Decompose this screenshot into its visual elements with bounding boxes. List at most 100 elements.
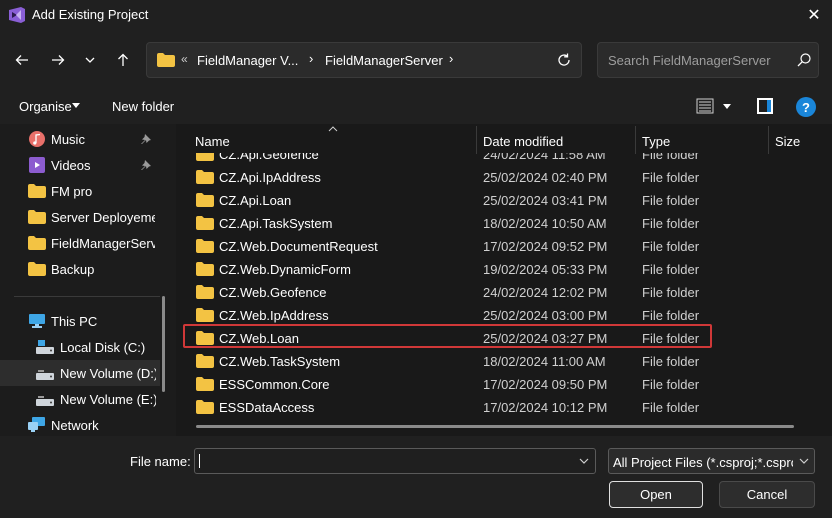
file-row[interactable]: CZ.Api.Loan 25/02/2024 03:41 PM File folde… (176, 189, 796, 212)
horizontal-scrollbar[interactable] (196, 425, 794, 428)
folder-icon (196, 354, 214, 368)
pin-icon[interactable] (140, 159, 152, 171)
organise-menu[interactable]: Organise (19, 99, 72, 114)
file-row[interactable]: CZ.Api.TaskSystem 18/02/2024 10:50 AM File… (176, 212, 796, 235)
sidebar-item-label: FieldManagerServer (51, 236, 155, 251)
sidebar-item-network[interactable]: Network (0, 412, 160, 436)
navigation-pane[interactable]: Music Videos FM pro Server Deployement F… (0, 124, 176, 436)
file-type: File folder (642, 239, 700, 254)
file-name: ESSCommon.Core (219, 377, 330, 392)
sidebar-item-local-disk-c[interactable]: Local Disk (C:) (0, 334, 160, 360)
sidebar-scrollbar[interactable] (162, 296, 165, 392)
column-header-row: Name Date modified Type Size (176, 124, 832, 154)
breadcrumb-chevron[interactable]: › (449, 51, 453, 66)
folder-icon (28, 236, 46, 250)
column-type[interactable]: Type (642, 134, 670, 149)
breadcrumb-item[interactable]: FieldManagerServer (325, 53, 443, 68)
file-type: File folder (642, 262, 700, 277)
file-row[interactable]: ESSDataAccess 17/02/2024 10:12 PM File fol… (176, 396, 796, 419)
file-type-filter-value: All Project Files (*.csproj;*.csproj...) (613, 455, 793, 470)
title-bar: Add Existing Project ✕ (0, 0, 832, 30)
file-date-modified: 19/02/2024 05:33 PM (483, 262, 608, 277)
window-title: Add Existing Project (32, 7, 149, 22)
back-button[interactable] (8, 46, 36, 74)
file-type: File folder (642, 170, 700, 185)
file-date-modified: 24/02/2024 12:02 PM (483, 285, 608, 300)
sidebar-item-videos[interactable]: Videos (0, 152, 160, 178)
up-button[interactable] (109, 46, 137, 74)
drive-icon (36, 340, 54, 354)
column-size[interactable]: Size (775, 134, 800, 149)
refresh-icon[interactable] (555, 51, 573, 69)
address-bar[interactable]: « FieldManager V... › FieldManagerServer… (146, 42, 582, 78)
sidebar-item-new-volume-d[interactable]: New Volume (D:) (0, 360, 160, 386)
videos-icon (29, 157, 45, 173)
file-date-modified: 17/02/2024 09:52 PM (483, 239, 608, 254)
sidebar-item-fm-pro[interactable]: FM pro (0, 178, 160, 204)
folder-icon (196, 285, 214, 299)
sidebar-item-label: Backup (51, 262, 95, 277)
open-button[interactable]: Open (609, 481, 703, 508)
sort-ascending-icon (328, 126, 338, 132)
cancel-button[interactable]: Cancel (719, 481, 815, 508)
folder-icon (157, 53, 175, 67)
file-row[interactable]: CZ.Web.Geofence 24/02/2024 12:02 PM File f… (176, 281, 796, 304)
folder-icon (196, 239, 214, 253)
help-icon[interactable]: ? (796, 97, 816, 117)
file-row[interactable]: CZ.Web.TaskSystem 18/02/2024 11:00 AM File… (176, 350, 796, 373)
back-arrow-icon (15, 55, 28, 65)
drive-icon (36, 396, 54, 406)
recent-locations-button[interactable] (76, 46, 104, 74)
close-button[interactable]: ✕ (800, 2, 828, 28)
sidebar-item-fieldmanagerserver[interactable]: FieldManagerServer (0, 230, 160, 256)
column-divider[interactable] (635, 126, 636, 154)
file-row[interactable]: ESSCommon.Core 17/02/2024 09:50 PM File fo… (176, 373, 796, 396)
pin-icon[interactable] (140, 133, 152, 145)
preview-pane-icon[interactable] (756, 97, 774, 115)
folder-icon (196, 262, 214, 276)
sidebar-item-label: New Volume (D:) (60, 366, 156, 381)
file-list[interactable]: Name Date modified Type Size CZ.Api.Geof… (176, 124, 832, 436)
file-date-modified: 25/02/2024 03:00 PM (483, 308, 608, 323)
sidebar-item-this-pc[interactable]: This PC (0, 308, 160, 334)
column-name[interactable]: Name (195, 134, 230, 149)
file-row[interactable]: CZ.Api.IpAddress 25/02/2024 02:40 PM File … (176, 166, 796, 189)
breadcrumb-overflow[interactable]: « (181, 52, 188, 66)
view-options-icon[interactable] (696, 98, 714, 114)
search-placeholder: Search FieldManagerServer (608, 53, 771, 68)
column-divider[interactable] (476, 126, 477, 154)
folder-icon (28, 210, 46, 224)
folder-icon (28, 262, 46, 276)
breadcrumb-item[interactable]: FieldManager V... (197, 53, 298, 68)
file-row[interactable]: CZ.Web.DocumentRequest 17/02/2024 09:52 P… (176, 235, 796, 258)
chevron-down-icon[interactable] (579, 457, 589, 465)
sidebar-item-music[interactable]: Music (0, 126, 160, 152)
column-divider[interactable] (768, 126, 769, 154)
file-type: File folder (642, 285, 700, 300)
file-name: CZ.Api.IpAddress (219, 170, 321, 185)
forward-button[interactable] (44, 46, 72, 74)
new-folder-button[interactable]: New folder (112, 99, 174, 114)
column-date-modified[interactable]: Date modified (483, 134, 563, 149)
sidebar-item-backup[interactable]: Backup (0, 256, 160, 282)
folder-icon (196, 308, 214, 322)
file-type-filter[interactable]: All Project Files (*.csproj;*.csproj...) (608, 448, 815, 474)
file-name: CZ.Web.Geofence (219, 285, 327, 300)
search-icon (797, 53, 811, 67)
text-cursor (199, 454, 200, 468)
file-name: CZ.Web.DynamicForm (219, 262, 351, 277)
chevron-down-icon (85, 57, 95, 63)
sidebar-item-server-deployement[interactable]: Server Deployement (0, 204, 160, 230)
breadcrumb-chevron[interactable]: › (309, 51, 313, 66)
close-icon: ✕ (807, 7, 821, 24)
file-name-input[interactable] (194, 448, 596, 474)
folder-icon (196, 400, 214, 414)
sidebar-item-label: Local Disk (C:) (60, 340, 146, 355)
search-input[interactable]: Search FieldManagerServer (597, 42, 819, 78)
caret-down-icon[interactable] (723, 102, 731, 110)
chevron-down-icon[interactable] (799, 457, 809, 465)
sidebar-item-new-volume-e[interactable]: New Volume (E:) (0, 386, 160, 412)
file-row[interactable]: CZ.Web.DynamicForm 19/02/2024 05:33 PM Fil… (176, 258, 796, 281)
caret-down-icon[interactable] (72, 101, 80, 109)
music-icon (29, 131, 45, 147)
